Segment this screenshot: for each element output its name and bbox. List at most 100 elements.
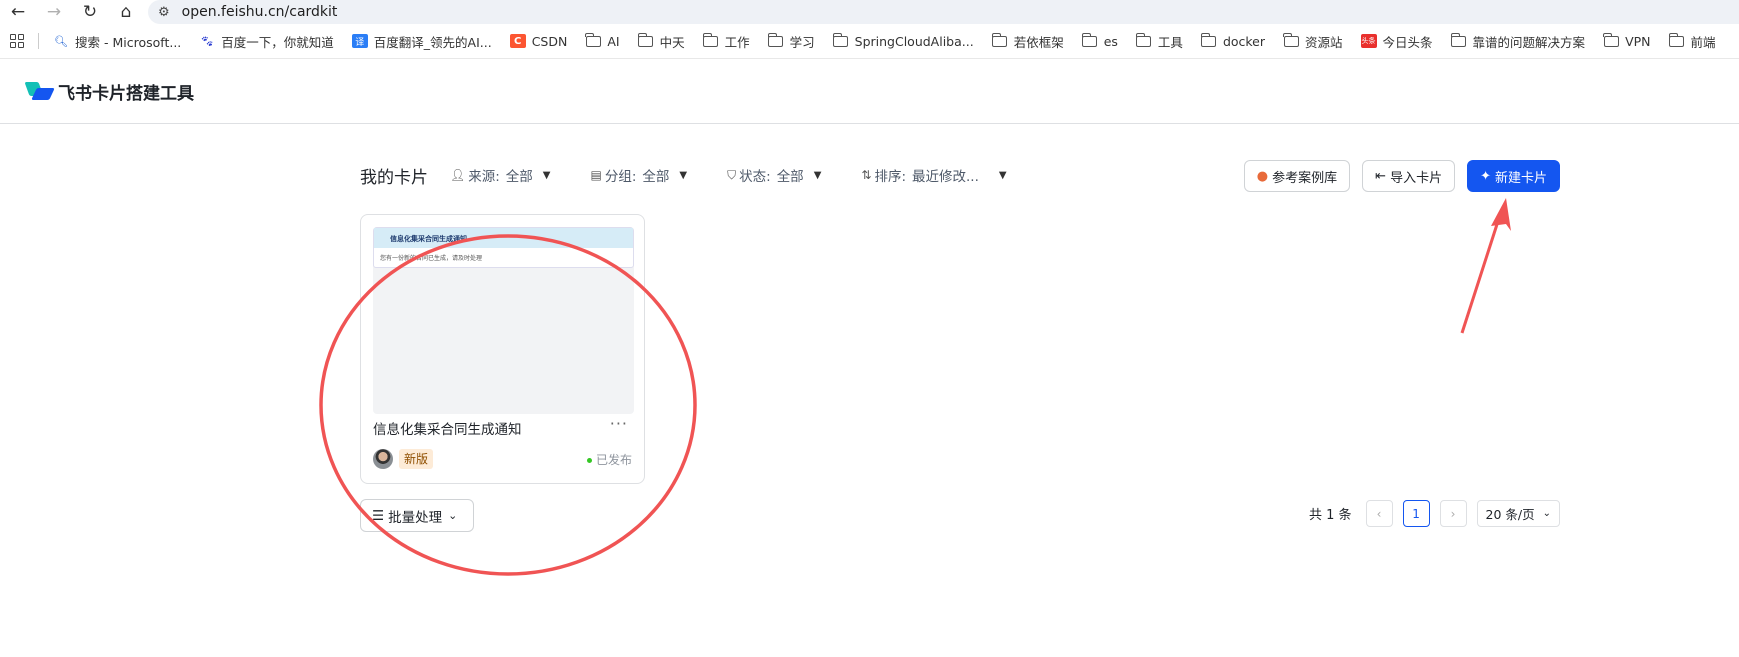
sort-filter[interactable]: ⇅ 排序: 最近修改... ▼ [861,165,1006,185]
sort-icon: ⇅ [861,168,872,182]
filter-value: 全部 [642,169,670,185]
bookmark-folder[interactable]: 工具 [1135,32,1183,51]
total-count: 共 1 条 [1308,508,1352,523]
import-card-button[interactable]: ⇤ 导入卡片 [1362,160,1456,192]
page-size-select[interactable]: 20 条/页 ⌄ [1476,500,1560,527]
bookmark-folder[interactable]: docker [1200,32,1266,49]
forward-icon[interactable]: → [36,0,72,24]
caret-down-icon: ▼ [998,169,1007,181]
import-icon: ⇤ [1375,168,1387,184]
status-dot-icon [586,458,592,463]
bookmark-label: 搜索 - Microsoft... [75,34,182,50]
bookmark-item[interactable]: 译百度翻译_领先的AI... [351,32,492,51]
group-filter[interactable]: ▤ 分组: 全部 ▼ [591,165,688,185]
app-header: 飞书卡片搭建工具 [0,58,1739,124]
bookmark-folder[interactable]: VPN [1603,32,1651,49]
bookmark-item[interactable]: C CSDN [509,34,567,49]
annotation-arrow-head [1491,198,1511,231]
folder-icon [702,32,719,48]
bookmark-label: 工作 [724,34,750,50]
palette-icon: ● [1256,168,1269,184]
folder-icon [1668,32,1685,48]
bookmark-label: 若依框架 [1013,34,1064,50]
pagination: 共 1 条 ‹ 1 › 20 条/页 ⌄ [1309,500,1560,527]
translate-icon: 译 [351,34,368,48]
browser-toolbar: ← → ↻ ⌂ ⚙ open.feishu.cn/cardkit [0,0,1739,24]
folder-icon [991,32,1008,48]
bookmark-folder[interactable]: AI [585,32,620,49]
user-icon: 👤︎ [450,168,466,182]
folder-icon [1081,32,1098,48]
bookmark-folder[interactable]: 前端 [1668,32,1716,51]
card-name: 信息化集采合同生成通知 [373,422,522,438]
page-title: 我的卡片 [360,167,428,188]
bookmark-folder[interactable]: es [1081,32,1118,49]
chevron-down-icon: ⌄ [1542,508,1551,519]
bookmark-label: 学习 [789,34,815,50]
page-number-button[interactable]: 1 [1402,500,1430,527]
address-bar[interactable]: ⚙ open.feishu.cn/cardkit [148,0,1739,24]
folder-icon [1450,32,1467,48]
prev-page-button[interactable]: ‹ [1365,500,1393,527]
reload-icon[interactable]: ↻ [72,0,108,24]
status-badge: 已发布 [586,451,632,468]
caret-down-icon: ▼ [679,169,688,181]
bookmark-folder[interactable]: 工作 [702,32,750,51]
bookmark-item[interactable]: 头条 今日头条 [1360,32,1433,51]
feishu-logo-icon [24,80,55,102]
bookmark-label: 中天 [659,34,685,50]
bookmark-folder[interactable]: 学习 [767,32,815,51]
bookmark-label: 前端 [1690,34,1716,50]
bookmarks-bar: 🔍︎ 搜索 - Microsoft... 🐾︎ 百度一下，你就知道 译百度翻译_领先… [0,24,1739,58]
batch-process-button[interactable]: ☰ 批量处理 ⌄ [360,499,474,532]
new-card-button[interactable]: ✦ 新建卡片 [1467,160,1560,192]
bookmark-label: 百度翻译_领先的AI... [373,34,492,50]
bookmark-label: 资源站 [1305,34,1343,50]
button-label: 参考案例库 [1272,170,1338,186]
bookmark-folder[interactable]: 靠谱的问题解决方案 [1450,32,1586,51]
button-label: 导入卡片 [1390,170,1443,186]
bookmark-label: 靠谱的问题解决方案 [1472,34,1586,50]
bookmark-label: 百度一下，你就知道 [221,34,334,50]
bookmark-label: 工具 [1157,34,1183,50]
more-icon[interactable]: ··· [610,414,628,433]
folder-icon [832,32,849,48]
filter-label: 状态: [739,169,771,185]
list-icon: ☰ [372,507,385,524]
bookmark-item[interactable]: 🔍︎ 搜索 - Microsoft... [53,32,181,51]
folder-icon [1135,32,1152,48]
card-preview[interactable]: 信息化集采合同生成通知 您有一份新的合同已生成，请及时处理 [373,227,634,414]
home-icon[interactable]: ⌂ [108,0,144,24]
bookmark-item[interactable]: 🐾︎ 百度一下，你就知道 [199,32,334,51]
bookmark-folder[interactable]: 若依框架 [991,32,1064,51]
status-filter[interactable]: ⛉ 状态: 全部 ▼ [727,165,821,186]
url-text: open.feishu.cn/cardkit [181,4,338,20]
chevron-down-icon: ⌄ [448,509,458,522]
folder-icon [767,32,784,48]
apps-grid-icon[interactable] [10,34,24,48]
preview-title: 信息化集采合同生成通知 [374,228,633,248]
bookmark-label: docker [1222,33,1266,49]
csdn-icon: C [509,34,526,48]
bookmark-label: AI [607,33,620,49]
source-filter[interactable]: 👤︎ 来源: 全部 ▼ [450,165,551,185]
caret-down-icon: ▼ [542,169,551,181]
toolbar-actions: ● 参考案例库 ⇤ 导入卡片 ✦ 新建卡片 [1243,160,1560,192]
bookmark-label: es [1103,33,1118,49]
bookmark-folder[interactable]: 中天 [637,32,685,51]
back-icon[interactable]: ← [0,0,36,24]
baidu-icon: 🐾︎ [200,34,215,48]
filter-value: 全部 [776,169,804,185]
card-item[interactable]: 信息化集采合同生成通知 您有一份新的合同已生成，请及时处理 信息化集采合同生成通… [360,214,645,484]
folder-icon [1603,32,1619,48]
version-badge: 新版 [399,449,434,469]
reference-library-button[interactable]: ● 参考案例库 [1243,160,1351,192]
next-page-button[interactable]: › [1439,500,1467,527]
site-settings-icon[interactable]: ⚙ [158,5,170,20]
folder-icon [1200,32,1217,48]
folder-icon [1283,32,1299,48]
bookmark-folder[interactable]: 资源站 [1283,32,1343,51]
button-label: 批量处理 [388,509,443,526]
preview-card: 信息化集采合同生成通知 您有一份新的合同已生成，请及时处理 [373,227,634,268]
bookmark-folder[interactable]: SpringCloudAliba... [832,32,974,49]
